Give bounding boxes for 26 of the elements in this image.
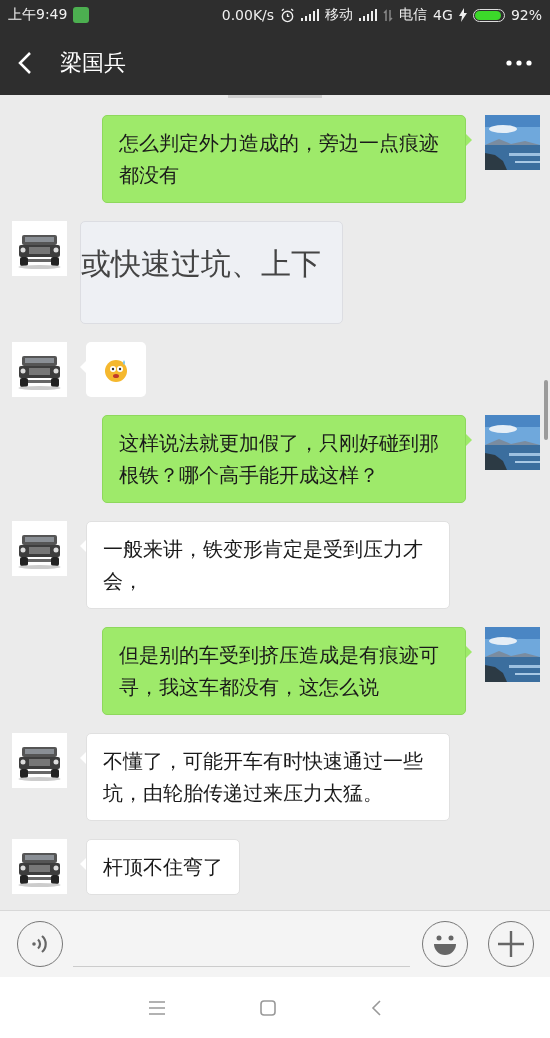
app-notification-icon <box>73 7 90 23</box>
signal-icon <box>359 9 378 21</box>
network-speed: 0.00K/s <box>221 7 275 23</box>
message-bubble: 一般来讲，铁变形肯定是受到压力才会， <box>86 521 450 609</box>
scrollbar <box>544 380 548 440</box>
image-text: 或快速过坑、上下 <box>81 245 321 283</box>
status-time: 上午9:49 <box>8 6 68 24</box>
carrier-name: 移动 <box>325 6 354 24</box>
message-bubble: 这样说法就更加假了，只刚好碰到那根铁？哪个高手能开成这样？ <box>102 415 466 503</box>
data-arrows-icon <box>383 8 394 22</box>
carrier-name: 电信 <box>399 6 428 24</box>
message-bubble: 不懂了，可能开车有时快速通过一些坑，由轮胎传递过来压力太猛。 <box>86 733 450 821</box>
image-message[interactable]: 或快速过坑、上下 <box>80 221 343 324</box>
message-bubble: 杆顶不住弯了 <box>86 839 240 895</box>
signal-icon <box>301 9 320 21</box>
menu-icon[interactable] <box>149 1000 165 1015</box>
alarm-icon <box>280 7 296 23</box>
message-bubble: 但是别的车受到挤压造成是有痕迹可寻，我这车都没有，这怎么说 <box>102 627 466 715</box>
charging-icon <box>458 8 467 22</box>
message-bubble: 怎么判定外力造成的，旁边一点痕迹都没有 <box>102 115 466 203</box>
home-icon[interactable] <box>260 999 276 1016</box>
plus-icon <box>497 930 525 958</box>
battery-percent: 92% <box>510 7 542 23</box>
network-type: 4G <box>433 7 453 23</box>
more-icon[interactable] <box>506 59 532 66</box>
chat-title: 梁国兵 <box>60 48 127 77</box>
